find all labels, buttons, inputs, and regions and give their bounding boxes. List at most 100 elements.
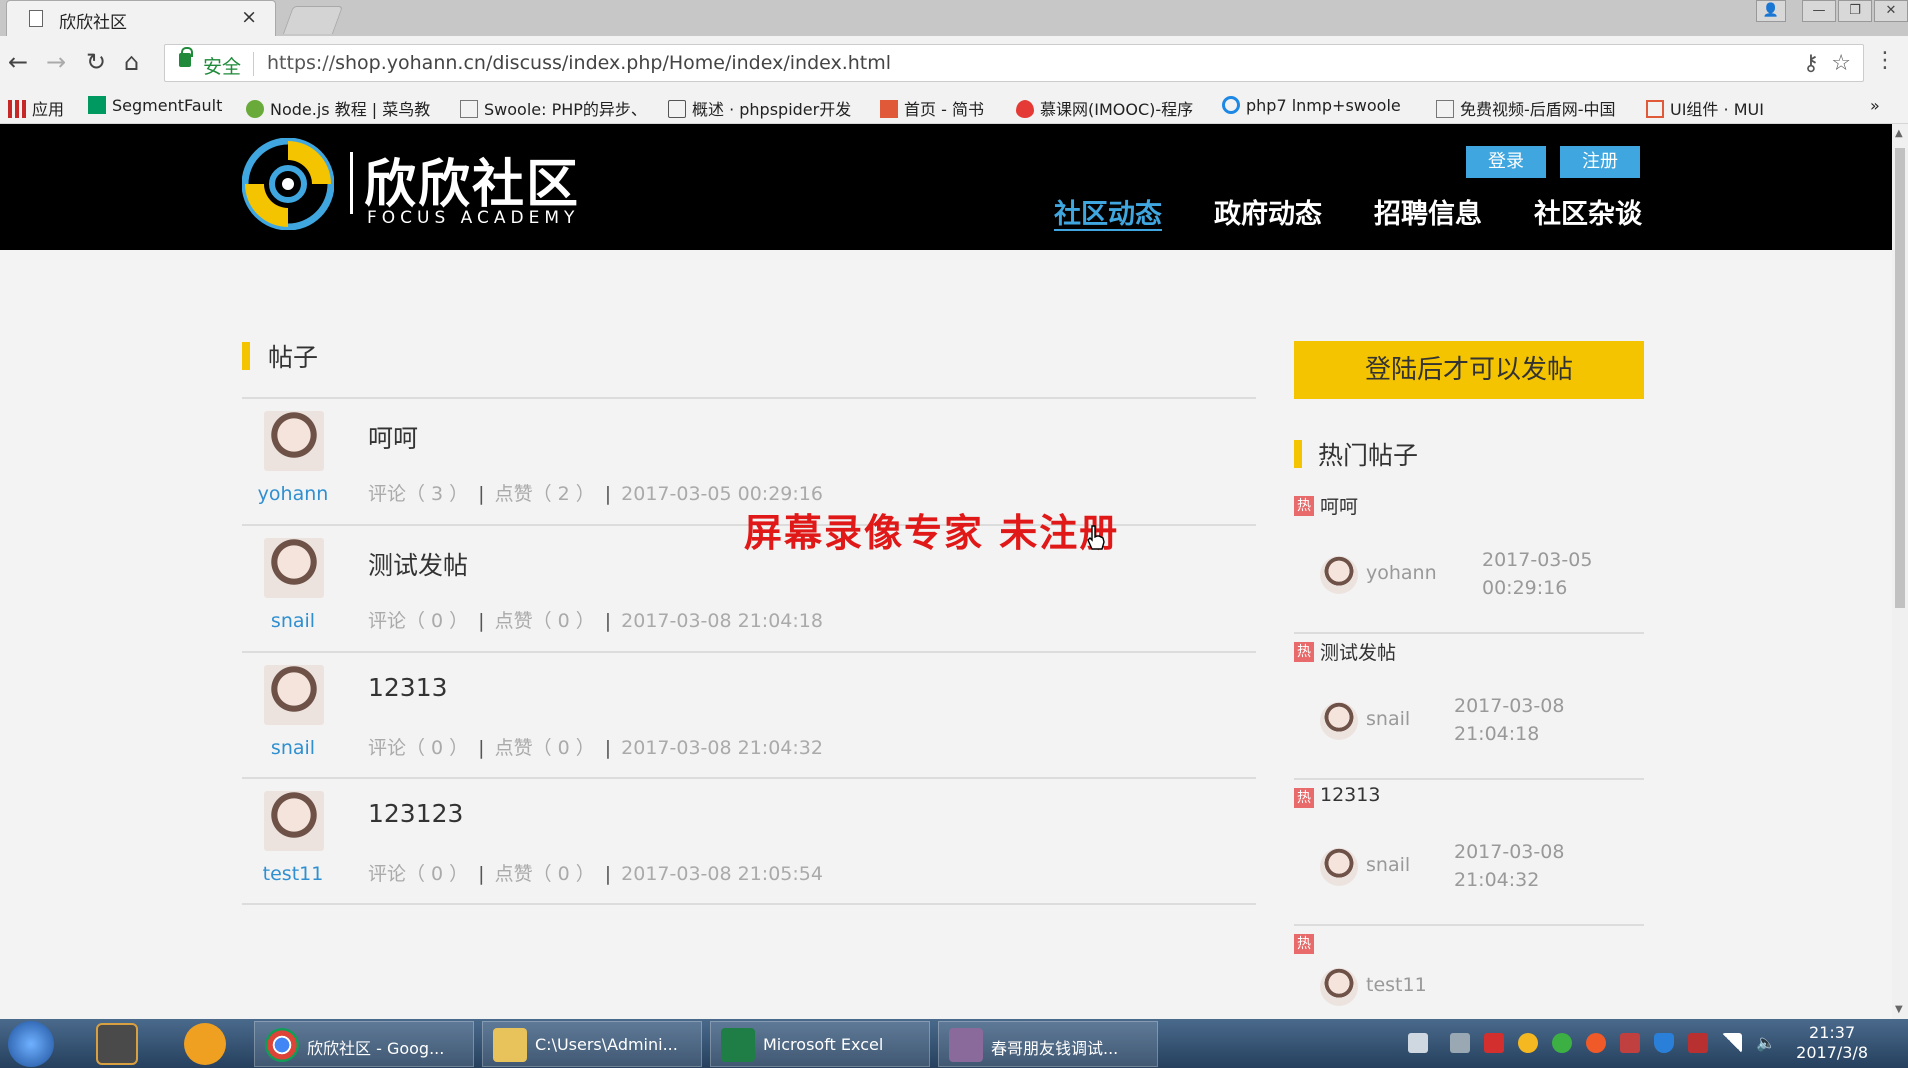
nav-jobs[interactable]: 招聘信息	[1374, 192, 1482, 231]
bookmarks-bar: 应用 SegmentFault Node.js 教程 | 菜鸟教 Swoole:…	[0, 90, 1908, 124]
hot-post-author[interactable]: yohann	[1366, 562, 1437, 584]
register-button[interactable]: 注册	[1560, 146, 1640, 178]
post-author[interactable]: snail	[242, 610, 344, 632]
hot-post-item[interactable]: 热 12313 snail 2017-03-08 21:04:32	[1294, 780, 1644, 926]
post-title[interactable]: 123123	[368, 799, 463, 828]
nav-chat[interactable]: 社区杂谈	[1534, 192, 1642, 231]
taskbar-app-excel[interactable]: Microsoft Excel	[710, 1021, 930, 1067]
bookmark-star-icon[interactable]: ☆	[1831, 51, 1851, 76]
post-title[interactable]: 呵呵	[368, 419, 418, 455]
hot-post-title[interactable]: 12313	[1320, 784, 1380, 806]
restore-button[interactable]: ❐	[1838, 0, 1872, 22]
antivirus-tray-icon[interactable]	[1688, 1033, 1708, 1053]
bookmark-apps[interactable]: 应用	[8, 96, 64, 120]
site-logo-subtitle: FOCUS ACADEMY	[367, 208, 580, 228]
avatar[interactable]	[264, 538, 324, 598]
post-author[interactable]: yohann	[242, 483, 344, 505]
avatar[interactable]	[1320, 968, 1358, 1006]
signal-tray-icon[interactable]	[1722, 1033, 1742, 1053]
browser-tab[interactable]: 欣欣社区 ×	[6, 0, 276, 36]
hot-post-author[interactable]: snail	[1366, 854, 1410, 876]
keyboard-tray-icon[interactable]	[1408, 1033, 1428, 1053]
window-controls: 👤 — ❐ ✕	[1754, 0, 1908, 22]
weibo-tray-icon[interactable]	[1586, 1033, 1606, 1053]
bookmark-swoole[interactable]: Swoole: PHP的异步、	[460, 96, 647, 120]
posts-section-title: 帖子	[268, 343, 319, 372]
nav-government-news[interactable]: 政府动态	[1214, 192, 1322, 231]
bookmark-imooc[interactable]: 慕课网(IMOOC)-程序	[1016, 96, 1193, 120]
post-title[interactable]: 测试发帖	[368, 546, 468, 582]
hot-post-item[interactable]: 热 test11	[1294, 926, 1644, 1019]
avatar[interactable]	[1320, 848, 1358, 886]
hot-tag: 热	[1294, 496, 1314, 516]
scrollbar-thumb[interactable]	[1895, 148, 1905, 608]
new-tab-button[interactable]	[282, 6, 344, 34]
network-monitor-tray-icon[interactable]	[1450, 1033, 1470, 1053]
bookmark-jianshu[interactable]: 首页 - 简书	[880, 96, 984, 120]
scroll-up-icon[interactable]: ▲	[1895, 128, 1903, 139]
back-icon[interactable]: ←	[8, 48, 28, 76]
excel-icon	[721, 1028, 755, 1062]
chrome-icon	[265, 1028, 299, 1062]
nav-community-news[interactable]: 社区动态	[1054, 192, 1162, 231]
pet-tray-icon[interactable]	[1518, 1033, 1538, 1053]
site-header: 欣欣社区 FOCUS ACADEMY 登录 注册 社区动态 政府动态 招聘信息 …	[0, 124, 1892, 250]
hand-cursor-icon	[1087, 525, 1105, 550]
post-title[interactable]: 12313	[368, 673, 448, 702]
key-icon[interactable]: ⚷	[1803, 51, 1819, 76]
window-close-button[interactable]: ✕	[1874, 0, 1908, 22]
bookmark-segmentfault[interactable]: SegmentFault	[88, 96, 222, 115]
avatar[interactable]	[264, 411, 324, 471]
bookmark-phpspider[interactable]: 概述 · phpspider开发	[668, 96, 851, 120]
post-meta: 评论（ 0 ） | 点赞（ 0 ） | 2017-03-08 21:05:54	[368, 863, 823, 885]
login-button[interactable]: 登录	[1466, 146, 1546, 178]
start-button-icon[interactable]	[8, 1021, 54, 1067]
taskbar-app-chat[interactable]: 春哥朋友钱调试...	[938, 1021, 1158, 1067]
wechat-tray-icon[interactable]	[1552, 1033, 1572, 1053]
forward-icon[interactable]: →	[46, 48, 66, 76]
hot-post-author[interactable]: snail	[1366, 708, 1410, 730]
circle-icon	[1222, 96, 1240, 114]
post-item[interactable]: test11 123123 评论（ 0 ） | 点赞（ 0 ） | 2017-03-08…	[242, 777, 1256, 903]
home-icon[interactable]: ⌂	[124, 48, 139, 76]
shield-tray-icon[interactable]	[1654, 1033, 1674, 1053]
qq-pet-icon[interactable]	[184, 1023, 226, 1065]
post-item[interactable]: snail 12313 评论（ 0 ） | 点赞（ 0 ） | 2017-03-08 2…	[242, 651, 1256, 777]
hot-post-author[interactable]: test11	[1366, 974, 1427, 996]
jianshu-icon	[880, 100, 898, 118]
browser-menu-icon[interactable]: ⋮	[1874, 48, 1896, 73]
bookmarks-more-icon[interactable]: »	[1870, 96, 1880, 115]
hot-post-item[interactable]: 热 测试发帖 snail 2017-03-08 21:04:18	[1294, 634, 1644, 780]
avatar[interactable]	[264, 791, 324, 851]
bookmark-houdun[interactable]: 免费视频-后盾网-中国	[1436, 96, 1616, 120]
post-author[interactable]: snail	[242, 737, 344, 759]
reload-icon[interactable]: ↻	[86, 48, 106, 76]
taskbar-app-chrome[interactable]: 欣欣社区 - Goog...	[254, 1021, 474, 1067]
tool-tray-icon[interactable]	[1620, 1033, 1640, 1053]
post-author[interactable]: test11	[242, 863, 344, 885]
avatar[interactable]	[1320, 556, 1358, 594]
address-bar[interactable]: 安全 https://shop.yohann.cn/discuss/index.…	[164, 44, 1864, 82]
app-tray-icon[interactable]	[1484, 1033, 1504, 1053]
page-scrollbar[interactable]: ▲ ▼	[1892, 124, 1908, 1019]
tab-close-button[interactable]: ×	[241, 6, 257, 28]
scroll-down-icon[interactable]: ▼	[1895, 1004, 1903, 1015]
imooc-flame-icon	[1016, 100, 1034, 118]
minimize-button[interactable]: —	[1802, 0, 1836, 22]
volume-tray-icon[interactable]: 🔈	[1756, 1033, 1776, 1053]
profile-icon[interactable]: 👤	[1756, 0, 1786, 22]
sublime-text-icon[interactable]	[96, 1023, 138, 1065]
hot-post-title[interactable]: 呵呵	[1320, 492, 1358, 519]
hot-post-item[interactable]: 热 呵呵 yohann 2017-03-05 00:29:16	[1294, 488, 1644, 634]
url-text[interactable]: https://shop.yohann.cn/discuss/index.php…	[267, 52, 891, 74]
site-logo-text[interactable]: 欣欣社区	[364, 142, 580, 217]
bookmark-php7[interactable]: php7 lnmp+swoole	[1222, 96, 1401, 115]
taskbar-app-explorer[interactable]: C:\Users\Admini...	[482, 1021, 702, 1067]
avatar[interactable]	[264, 665, 324, 725]
bookmark-nodejs[interactable]: Node.js 教程 | 菜鸟教	[246, 96, 430, 120]
login-to-post-button[interactable]: 登陆后才可以发帖	[1294, 341, 1644, 399]
hot-post-title[interactable]: 测试发帖	[1320, 638, 1396, 665]
system-clock[interactable]: 21:37 2017/3/8	[1796, 1023, 1868, 1063]
avatar[interactable]	[1320, 702, 1358, 740]
bookmark-mui[interactable]: UI组件 · MUI	[1646, 96, 1764, 120]
